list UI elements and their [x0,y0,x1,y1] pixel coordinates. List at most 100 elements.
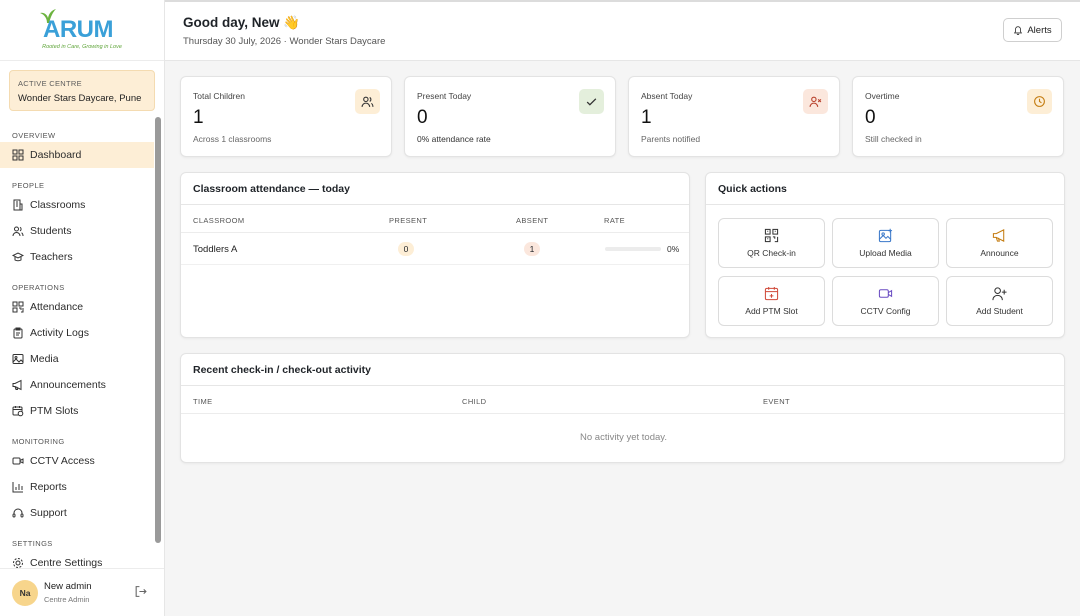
sidebar-item-label: Centre Settings [30,557,103,568]
video-icon [12,457,24,465]
stat-value: 1 [193,107,204,128]
avatar: Na [12,579,38,606]
active-centre-label: ACTIVE CENTRE [18,79,82,88]
panel-title: Classroom attendance — today [181,173,689,205]
sidebar-item-label: Support [30,507,67,519]
users-icon [361,96,374,107]
sidebar-item-centre-settings[interactable]: Centre Settings [0,550,154,568]
sidebar-item-support[interactable]: Support [0,500,154,526]
sidebar-item-cctv-access[interactable]: CCTV Access [0,448,154,474]
column-header-time: TIME [193,397,213,406]
video-icon [878,289,893,298]
sidebar-item-label: Students [30,225,72,237]
sidebar-item-classrooms[interactable]: Classrooms [0,192,154,218]
empty-state-text: No activity yet today. [580,432,667,443]
logo-area[interactable]: ARUM Rooted in Care, Growing in Love [0,0,164,61]
sidebar-item-label: Announcements [30,379,106,391]
quick-action-label: QR Check-in [747,248,796,258]
sidebar-item-media[interactable]: Media [0,346,154,372]
logout-icon[interactable] [134,585,147,598]
image-upload-icon [878,228,893,243]
sidebar-item-label: Activity Logs [30,327,89,339]
sidebar-item-label: Classrooms [30,199,86,211]
sidebar-item-teachers[interactable]: Teachers [0,244,154,270]
add-ptm-slot-button[interactable]: Add PTM Slot [718,276,825,326]
sidebar-item-label: Teachers [30,251,73,263]
page-header: Good day, New 👋 Thursday 30 July, 2026 ·… [165,2,1080,61]
stat-title: Total Children [193,91,245,101]
stat-title: Absent Today [641,91,693,101]
image-icon [12,354,24,364]
quick-action-label: Announce [980,248,1019,258]
stat-icon-box [355,89,380,114]
sidebar-item-label: Media [30,353,59,365]
stat-card-overtime: Overtime 0 Still checked in [852,76,1064,157]
sidebar-item-announcements[interactable]: Announcements [0,372,154,398]
qr-check-in-button[interactable]: QR Check-in [718,218,825,268]
sidebar: ARUM Rooted in Care, Growing in Love ACT… [0,0,165,616]
building-icon [13,199,23,211]
stat-title: Present Today [417,91,472,101]
stat-subtitle: Parents notified [641,134,701,144]
user-profile[interactable]: Na New admin Centre Admin [0,568,164,616]
megaphone-icon [12,379,22,391]
sidebar-item-label: Reports [30,481,67,493]
user-name: New admin [44,581,92,592]
qr-code-icon [764,228,779,243]
section-monitoring: MONITORING [12,437,65,446]
alerts-button[interactable]: Alerts [1003,18,1062,42]
stat-card-present-today: Present Today 0 0% attendance rate [404,76,616,157]
present-count-badge: 0 [398,242,414,256]
bell-icon [1014,26,1023,35]
upload-media-button[interactable]: Upload Media [832,218,939,268]
add-student-button[interactable]: Add Student [946,276,1053,326]
page-title: Good day, New 👋 [183,15,301,30]
sidebar-item-reports[interactable]: Reports [0,474,154,500]
announce-button[interactable]: Announce [946,218,1053,268]
active-centre-card[interactable]: ACTIVE CENTRE Wonder Stars Daycare, Pune [9,70,155,111]
classroom-name: Toddlers A [193,244,238,255]
stat-value: 0 [865,107,876,128]
sidebar-item-ptm-slots[interactable]: PTM Slots [0,398,154,424]
user-x-icon [809,96,822,107]
column-header-absent: ABSENT [516,216,549,225]
sidebar-item-students[interactable]: Students [0,218,154,244]
column-header-child: CHILD [462,397,487,406]
sidebar-scrollbar[interactable] [155,117,161,543]
sidebar-item-attendance[interactable]: Attendance [0,294,154,320]
attendance-rate-bar [605,247,661,251]
section-overview: OVERVIEW [12,131,56,140]
quick-actions-panel: Quick actions QR Check-in Upload Media A… [705,172,1065,338]
sidebar-item-dashboard[interactable]: Dashboard [0,142,154,168]
megaphone-icon [992,229,1005,242]
section-operations: OPERATIONS [12,283,65,292]
graduation-cap-icon [12,252,24,262]
table-header: CLASSROOM PRESENT ABSENT RATE [181,205,689,233]
table-row[interactable]: Toddlers A 0 1 0% [181,233,689,265]
headset-icon [12,508,24,518]
grid-icon [12,149,24,161]
stat-subtitle: 0% attendance rate [417,134,491,144]
active-centre-value: Wonder Stars Daycare, Pune [18,93,142,104]
stat-card-absent-today: Absent Today 1 Parents notified [628,76,840,157]
alerts-label: Alerts [1027,24,1052,36]
stat-subtitle: Across 1 classrooms [193,134,272,144]
clipboard-icon [13,327,23,339]
stat-icon-box [1027,89,1052,114]
sidebar-item-label: Attendance [30,301,84,313]
stat-title: Overtime [865,91,900,101]
app-logo: ARUM Rooted in Care, Growing in Love [37,8,127,52]
sidebar-item-activity-logs[interactable]: Activity Logs [0,320,154,346]
user-info: New admin Centre Admin [44,581,92,604]
stat-value: 0 [417,107,428,128]
stat-icon-box [803,89,828,114]
quick-action-label: CCTV Config [860,306,911,316]
logo-text: ARUM [43,16,114,43]
section-settings: SETTINGS [12,539,53,548]
clock-icon [1034,96,1045,107]
classroom-attendance-panel: Classroom attendance — today CLASSROOM P… [180,172,690,338]
sidebar-item-label: CCTV Access [30,455,95,467]
cctv-config-button[interactable]: CCTV Config [832,276,939,326]
panel-title: Recent check-in / check-out activity [181,354,1064,386]
qr-code-icon [12,301,24,313]
